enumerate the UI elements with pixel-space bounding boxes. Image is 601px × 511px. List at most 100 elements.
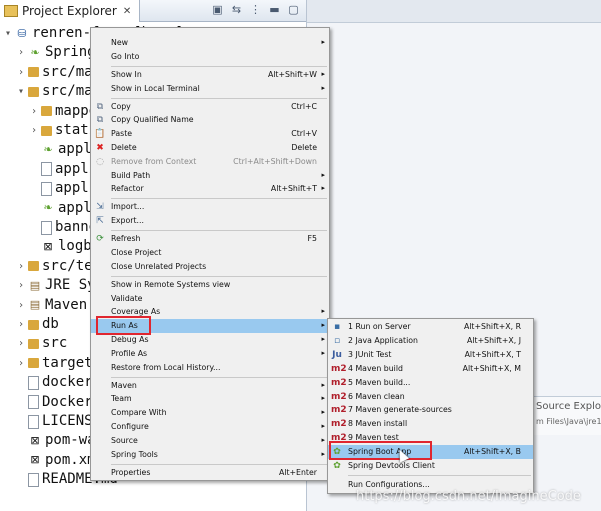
run-as-callout [96, 316, 151, 335]
menu-item-2-java-application[interactable]: ▫ 2 Java Application Alt+Shift+X, J [328, 334, 533, 348]
maven-icon: m2 [331, 363, 347, 374]
menu-item-close-unrelated-projects[interactable]: Close Unrelated Projects [91, 260, 329, 274]
menu-item-copy[interactable]: ⧉ Copy Ctrl+C [91, 100, 329, 114]
maven-icon: m2 [331, 391, 347, 402]
view-menu-icon[interactable]: ⋮ [249, 3, 262, 16]
collapsed-arrow-icon[interactable]: › [28, 101, 40, 122]
tree-item[interactable]: › db [15, 314, 59, 335]
tree-item-label: src/ma [42, 63, 93, 80]
xml-file-icon: ⊠ [43, 239, 53, 253]
menu-item-new[interactable]: New ▸ [91, 36, 329, 50]
menu-item-shortcut: Ctrl+C [291, 101, 317, 111]
collapsed-arrow-icon[interactable]: › [15, 42, 27, 63]
tree-item[interactable]: › src [15, 333, 67, 354]
menu-item-shortcut: Alt+Shift+T [270, 184, 317, 194]
tree-item-label: Spring [45, 44, 96, 61]
menu-item-6-maven-clean[interactable]: m2 6 Maven clean [328, 390, 533, 404]
menu-item-show-in-remote-systems-view[interactable]: Show in Remote Systems view [91, 278, 329, 292]
menu-item-7-maven-generate-sources[interactable]: m2 7 Maven generate-sources [328, 403, 533, 417]
menu-item-close-project[interactable]: Close Project [91, 246, 329, 260]
menu-item-paste[interactable]: 📋 Paste Ctrl+V [91, 127, 329, 141]
xml-file-icon: ⊠ [30, 433, 40, 447]
tree-item[interactable]: › ▤ JRE Sy [15, 275, 96, 296]
menu-item-team[interactable]: Team ▸ [91, 392, 329, 406]
maximize-icon[interactable]: ▢ [287, 3, 300, 16]
menu-item-spring-devtools-client[interactable]: ✿ Spring Devtools Client [328, 459, 533, 473]
tree-item[interactable]: › src/te [15, 256, 93, 277]
submenu-arrow-icon: ▸ [321, 321, 325, 330]
close-tab-icon[interactable]: ✕ [123, 6, 131, 17]
menu-item-profile-as[interactable]: Profile As ▸ [91, 347, 329, 361]
collapsed-arrow-icon[interactable]: › [15, 62, 27, 83]
tree-item[interactable]: › target [15, 353, 93, 374]
collapsed-arrow-icon[interactable]: › [15, 295, 27, 316]
menu-item-label: Properties [111, 467, 151, 477]
menu-item-properties[interactable]: Properties Alt+Enter [91, 466, 329, 480]
file-icon [28, 472, 39, 487]
tree-item[interactable]: docker [15, 372, 93, 393]
menu-item-import[interactable]: ⇲ Import... [91, 200, 329, 214]
collapsed-arrow-icon[interactable]: › [15, 314, 27, 335]
menu-item-validate[interactable]: Validate [91, 292, 329, 306]
refresh-icon: ⟳ [96, 234, 104, 245]
submenu-arrow-icon: ▸ [321, 170, 325, 179]
spring-config-icon: ❧ [43, 142, 53, 156]
collapsed-arrow-icon[interactable]: › [15, 333, 27, 354]
tree-item[interactable]: ▾ src/ma [15, 81, 93, 102]
submenu-arrow-icon: ▸ [321, 335, 325, 343]
menu-item-configure[interactable]: Configure ▸ [91, 420, 329, 434]
menu-item-8-maven-install[interactable]: m2 8 Maven install [328, 417, 533, 431]
menu-item-shortcut: Alt+Shift+W [267, 69, 317, 79]
tree-item[interactable]: › stati [28, 120, 97, 141]
remove-context-icon: ◌ [96, 156, 104, 167]
menu-item-delete[interactable]: ✖ Delete Delete [91, 141, 329, 155]
tree-item[interactable]: › ▤ Maven [15, 295, 87, 316]
link-with-editor-icon[interactable]: ⇆ [230, 3, 243, 16]
menu-item-copy-qualified-name[interactable]: ⧉ Copy Qualified Name [91, 113, 329, 127]
tree-item[interactable]: Docker [15, 392, 93, 413]
menu-item-label: Spring Devtools Client [348, 461, 435, 470]
tree-item[interactable]: › mappe [28, 101, 97, 122]
menu-item-debug-as[interactable]: Debug As ▸ [91, 333, 329, 347]
expanded-arrow-icon[interactable]: ▾ [2, 23, 14, 44]
menu-item-4-maven-build[interactable]: m2 4 Maven build Alt+Shift+X, M [328, 362, 533, 376]
menu-separator [111, 230, 327, 232]
tree-item[interactable]: LICENS [15, 411, 93, 432]
tree-item[interactable]: › ❧ Spring [15, 42, 96, 63]
tree-item[interactable]: appli [28, 178, 97, 199]
tree-item[interactable]: › src/ma [15, 62, 93, 83]
menu-item-5-maven-build[interactable]: m2 5 Maven build... [328, 376, 533, 390]
collapsed-arrow-icon[interactable]: › [15, 353, 27, 374]
menu-item-refresh[interactable]: ⟳ Refresh F5 [91, 232, 329, 246]
tree-item[interactable]: ⊠ pom-wa [15, 430, 95, 451]
junit-icon: Ju [332, 349, 342, 360]
project-explorer-tab[interactable]: Project Explorer ✕ [0, 0, 141, 22]
menu-item-label: Show in Local Terminal [111, 83, 200, 93]
collapsed-arrow-icon[interactable]: › [15, 256, 27, 277]
menu-item-3-junit-test[interactable]: Ju 3 JUnit Test Alt+Shift+X, T [328, 348, 533, 362]
collapse-all-icon[interactable]: ▣ [211, 3, 224, 16]
menu-item-1-run-on-server[interactable]: ▪ 1 Run on Server Alt+Shift+X, R [328, 320, 533, 334]
menu-item-show-in[interactable]: Show In Alt+Shift+W ▸ [91, 68, 329, 82]
menu-item-go-into[interactable]: Go Into [91, 50, 329, 64]
collapsed-arrow-icon[interactable]: › [15, 275, 27, 296]
menu-item-compare-with[interactable]: Compare With ▸ [91, 406, 329, 420]
menu-item-restore-from-local-history[interactable]: Restore from Local History... [91, 361, 329, 375]
menu-item-refactor[interactable]: Refactor Alt+Shift+T ▸ [91, 182, 329, 196]
tree-item[interactable]: banne [28, 217, 97, 238]
collapsed-arrow-icon[interactable]: › [28, 120, 40, 141]
menu-item-source[interactable]: Source ▸ [91, 434, 329, 448]
menu-item-spring-tools[interactable]: Spring Tools ▸ [91, 448, 329, 462]
menu-item-build-path[interactable]: Build Path ▸ [91, 169, 329, 183]
menu-item-label: Spring Tools [111, 449, 158, 459]
menu-item-export[interactable]: ⇱ Export... [91, 214, 329, 228]
source-explorer-title[interactable]: Source Explore [536, 401, 601, 412]
tree-item[interactable]: appli [28, 159, 97, 180]
minimize-icon[interactable]: ▬ [268, 3, 281, 16]
submenu-arrow-icon: ▸ [321, 408, 325, 417]
menu-item-show-in-local-terminal[interactable]: Show in Local Terminal ▸ [91, 82, 329, 96]
expanded-arrow-icon[interactable]: ▾ [15, 81, 27, 102]
menu-item-remove-from-context[interactable]: ◌ Remove from Context Ctrl+Alt+Shift+Down [91, 155, 329, 169]
menu-item-maven[interactable]: Maven ▸ [91, 379, 329, 393]
tree-item[interactable]: ⊠ pom.xm [15, 450, 95, 471]
